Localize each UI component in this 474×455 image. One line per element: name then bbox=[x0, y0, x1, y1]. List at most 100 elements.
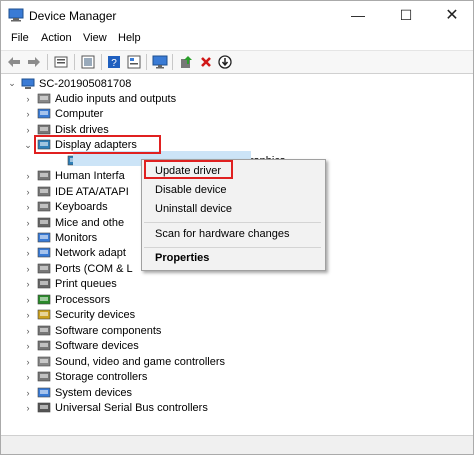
network-adapter-icon bbox=[37, 248, 51, 258]
chevron-right-icon[interactable]: › bbox=[23, 341, 33, 351]
hid-icon bbox=[37, 170, 51, 181]
update-driver-button[interactable] bbox=[177, 53, 195, 71]
processor-icon bbox=[37, 294, 51, 305]
tree-item-software-components-label: Software components bbox=[55, 324, 162, 337]
minimize-button[interactable]: — bbox=[335, 1, 381, 29]
sound-icon bbox=[37, 356, 51, 366]
back-icon bbox=[8, 57, 20, 67]
back-button[interactable] bbox=[5, 53, 23, 71]
system-icon bbox=[37, 387, 51, 397]
device-view-icon bbox=[127, 55, 141, 69]
uninstall-button[interactable] bbox=[197, 53, 215, 71]
chevron-down-icon[interactable]: ⌄ bbox=[7, 78, 17, 89]
tree-item-system-devices[interactable]: › System devices bbox=[23, 385, 133, 400]
tree-item-ide-ata[interactable]: › IDE ATA/ATAPI bbox=[23, 184, 129, 199]
forward-button[interactable] bbox=[25, 53, 43, 71]
device-manager-window: Device Manager — ☐ ✕ File Action View He… bbox=[0, 0, 474, 455]
tree-item-computer[interactable]: › Computer bbox=[23, 107, 104, 122]
show-hidden-icon bbox=[81, 55, 95, 69]
tree-item-mice[interactable]: › Mice and othe bbox=[23, 215, 125, 230]
menu-view[interactable]: View bbox=[83, 32, 107, 44]
tree-item-audio[interactable]: › Audio inputs and outputs bbox=[23, 91, 177, 106]
chevron-right-icon[interactable]: › bbox=[23, 310, 33, 320]
menu-separator bbox=[144, 247, 321, 248]
tree-item-human-interface[interactable]: › Human Interfa bbox=[23, 169, 125, 184]
menu-file[interactable]: File bbox=[11, 32, 29, 44]
chevron-right-icon[interactable]: › bbox=[23, 218, 33, 228]
menu-item-uninstall-device[interactable]: Uninstall device bbox=[155, 203, 232, 215]
status-bar bbox=[1, 435, 473, 454]
tree-item-monitors-label: Monitors bbox=[55, 232, 98, 244]
tree-item-mice-label: Mice and othe bbox=[55, 216, 125, 229]
menu-separator bbox=[144, 222, 321, 223]
tree-item-disk-drives-label: Disk drives bbox=[55, 123, 109, 136]
tree-item-usb[interactable]: › Universal Serial Bus controllers bbox=[23, 400, 208, 415]
tree-item-storage[interactable]: › Storage controllers bbox=[23, 370, 148, 385]
show-hidden-button[interactable] bbox=[79, 53, 97, 71]
tree-root[interactable]: ⌄ SC-201905081708 bbox=[7, 76, 131, 91]
menu-item-disable-device[interactable]: Disable device bbox=[155, 184, 227, 196]
device-manager-app-icon bbox=[8, 8, 24, 22]
chevron-right-icon[interactable]: › bbox=[23, 388, 33, 398]
chevron-right-icon[interactable]: › bbox=[23, 295, 33, 305]
svg-text:?: ? bbox=[111, 58, 117, 69]
menu-item-scan-hardware[interactable]: Scan for hardware changes bbox=[155, 228, 290, 240]
chevron-right-icon[interactable]: › bbox=[23, 279, 33, 289]
chevron-right-icon[interactable]: › bbox=[23, 202, 33, 212]
chevron-right-icon[interactable]: › bbox=[23, 187, 33, 197]
device-view-button[interactable] bbox=[125, 53, 143, 71]
tree-item-software-components[interactable]: › Software components bbox=[23, 323, 162, 338]
chevron-right-icon[interactable]: › bbox=[23, 233, 33, 243]
scan-download-button[interactable] bbox=[216, 53, 234, 71]
chevron-right-icon[interactable]: › bbox=[23, 264, 33, 274]
keyboard-icon bbox=[37, 201, 51, 212]
tree-item-print-queues[interactable]: › Print queues bbox=[23, 277, 117, 292]
forward-icon bbox=[28, 57, 40, 67]
port-icon bbox=[37, 263, 51, 274]
chevron-right-icon[interactable]: › bbox=[23, 372, 33, 382]
ide-controller-icon bbox=[37, 186, 51, 196]
display-adapters-highlight-box bbox=[34, 135, 161, 154]
tree-item-audio-label: Audio inputs and outputs bbox=[55, 92, 177, 105]
chevron-down-icon[interactable]: ⌄ bbox=[23, 140, 33, 151]
tree-item-ide-ata-label: IDE ATA/ATAPI bbox=[55, 185, 129, 198]
chevron-right-icon[interactable]: › bbox=[23, 357, 33, 367]
close-button[interactable]: ✕ bbox=[429, 1, 474, 29]
printer-icon bbox=[37, 278, 51, 289]
chevron-right-icon[interactable]: › bbox=[23, 403, 33, 413]
tree-item-monitors[interactable]: › Monitors bbox=[23, 231, 98, 246]
chevron-right-icon[interactable]: › bbox=[23, 248, 33, 258]
tree-item-processors-label: Processors bbox=[55, 293, 111, 306]
tree-item-network-label: Network adapt bbox=[55, 247, 126, 260]
tree-item-network[interactable]: › Network adapt bbox=[23, 246, 126, 261]
menu-item-properties[interactable]: Properties bbox=[155, 252, 209, 264]
tree-item-software-devices[interactable]: › Software devices bbox=[23, 339, 139, 354]
properties-icon bbox=[54, 56, 68, 68]
chevron-right-icon[interactable]: › bbox=[23, 94, 33, 104]
tree-item-sound[interactable]: › Sound, video and game controllers bbox=[23, 354, 226, 369]
tree-item-ports[interactable]: › Ports (COM & L bbox=[23, 261, 133, 276]
menu-action[interactable]: Action bbox=[41, 32, 72, 44]
chevron-right-icon[interactable]: › bbox=[23, 326, 33, 336]
tree-item-security[interactable]: › Security devices bbox=[23, 308, 136, 323]
chevron-right-icon[interactable]: › bbox=[23, 109, 33, 119]
tree-root-label: SC-201905081708 bbox=[39, 77, 132, 90]
toolbar: ? bbox=[1, 50, 473, 74]
storage-icon bbox=[37, 371, 51, 382]
help-icon: ? bbox=[108, 56, 120, 69]
help-button[interactable]: ? bbox=[105, 53, 123, 71]
tree-item-usb-label: Universal Serial Bus controllers bbox=[55, 401, 208, 414]
tree-item-keyboards-label: Keyboards bbox=[55, 201, 108, 214]
tree-item-keyboards[interactable]: › Keyboards bbox=[23, 200, 108, 215]
tree-item-human-interface-label: Human Interfa bbox=[55, 170, 125, 183]
properties-button[interactable] bbox=[52, 53, 70, 71]
maximize-button[interactable]: ☐ bbox=[383, 1, 429, 29]
chevron-right-icon[interactable]: › bbox=[23, 125, 33, 135]
monitor-button[interactable] bbox=[151, 53, 169, 71]
security-icon bbox=[37, 309, 51, 320]
menu-bar: File Action View Help bbox=[1, 29, 473, 49]
tree-item-processors[interactable]: › Processors bbox=[23, 292, 111, 307]
chevron-right-icon[interactable]: › bbox=[23, 171, 33, 181]
tree-item-software-devices-label: Software devices bbox=[55, 340, 139, 353]
menu-help[interactable]: Help bbox=[118, 32, 141, 44]
